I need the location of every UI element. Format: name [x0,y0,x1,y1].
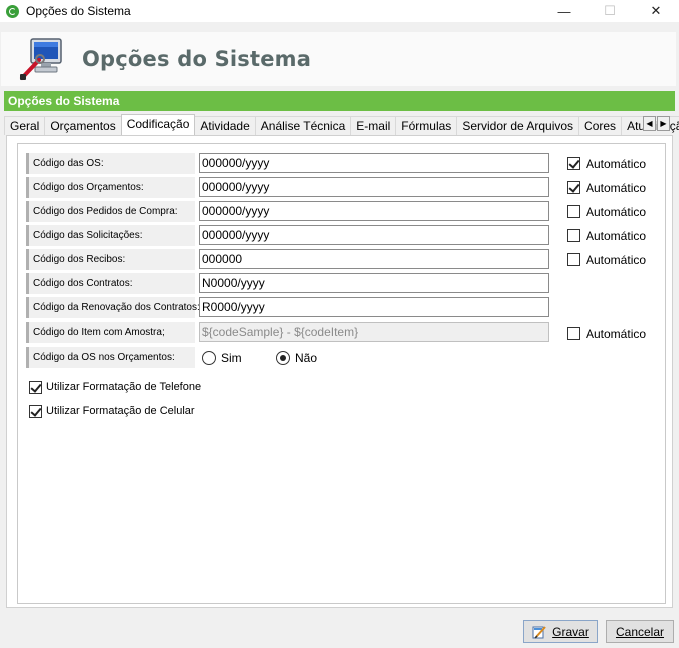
tab-email[interactable]: E-mail [350,116,397,135]
codigo-solicitacoes-input[interactable] [199,225,549,245]
radio-nao-label: Não [295,351,318,365]
window-title: Opções do Sistema [26,4,131,18]
codigo-orcamentos-input[interactable] [199,177,549,197]
field-label: Código dos Orçamentos: [26,177,195,198]
radio-sim[interactable] [202,351,216,365]
automatico-item-amostra-checkbox[interactable] [567,327,580,340]
field-label: Código dos Contratos: [26,273,195,294]
codigo-os-input[interactable] [199,153,549,173]
formatacao-celular-checkbox[interactable] [29,405,42,418]
codigo-recibos-input[interactable] [199,249,549,269]
cancel-button-label: Cancelar [615,624,665,639]
tab-scroll-controls: ◀ ▶ [642,116,670,131]
automatico-orcamentos-checkbox[interactable] [567,181,580,194]
tab-cores[interactable]: Cores [578,116,623,135]
page-title: Opções do Sistema [82,47,312,71]
tab-scroll-left-icon[interactable]: ◀ [643,116,656,131]
page-header: Opções do Sistema [1,32,676,86]
save-pencil-icon [532,625,546,639]
codigo-pedidos-compra-input[interactable] [199,201,549,221]
field-label: Código dos Recibos: [26,249,195,270]
save-button[interactable]: Gravar [523,620,598,643]
automatico-orcamentos-label: Automático [586,181,647,195]
field-label: Código das OS: [26,153,195,174]
codigo-item-amostra-input [199,322,549,342]
automatico-os-checkbox[interactable] [567,157,580,170]
automatico-solicitacoes-label: Automático [586,229,647,243]
tab-analise-tecnica[interactable]: Análise Técnica [254,116,352,135]
automatico-item-amostra-label: Automático [586,327,647,341]
tab-servidor-de-arquivos[interactable]: Servidor de Arquivos [456,116,580,135]
computer-settings-icon [17,36,65,82]
codigo-contratos-input[interactable] [199,273,549,293]
cancel-button[interactable]: Cancelar [606,620,674,643]
tab-strip: Geral Orçamentos Codificação Atividade A… [4,114,679,135]
field-label: Código das Solicitações: [26,225,195,246]
field-label: Código da Renovação dos Contratos: [26,297,200,318]
automatico-recibos-label: Automático [586,253,647,267]
formatacao-telefone-label: Utilizar Formatação de Telefone [46,381,202,393]
maximize-button[interactable]: ☐ [587,0,633,22]
field-label: Código dos Pedidos de Compra: [26,201,195,222]
radio-sim-label: Sim [221,351,242,365]
section-bar: Opções do Sistema [4,91,675,111]
radio-nao[interactable] [276,351,290,365]
formatacao-telefone-checkbox[interactable] [29,381,42,394]
close-button[interactable]: ✕ [633,0,679,22]
formatacao-celular-label: Utilizar Formatação de Celular [46,405,195,417]
automatico-recibos-checkbox[interactable] [567,253,580,266]
tab-geral[interactable]: Geral [4,116,46,135]
tab-atividade[interactable]: Atividade [194,116,256,135]
field-label: Código do Item com Amostra; [26,322,195,343]
save-button-label: Gravar [552,624,589,639]
automatico-pedidos-compra-checkbox[interactable] [567,205,580,218]
tab-scroll-right-icon[interactable]: ▶ [657,116,670,131]
window-titlebar: Opções do Sistema — ☐ ✕ [0,0,679,22]
field-label: Código da OS nos Orçamentos: [26,347,195,368]
minimize-button[interactable]: — [541,0,587,22]
automatico-pedidos-compra-label: Automático [586,205,647,219]
codigo-renovacao-contratos-input[interactable] [199,297,549,317]
tab-orcamentos[interactable]: Orçamentos [44,116,122,135]
automatico-os-label: Automático [586,157,647,171]
automatico-solicitacoes-checkbox[interactable] [567,229,580,242]
tab-codificacao[interactable]: Codificação [120,114,196,135]
tab-formulas[interactable]: Fórmulas [395,116,458,135]
app-logo-icon [6,4,19,18]
